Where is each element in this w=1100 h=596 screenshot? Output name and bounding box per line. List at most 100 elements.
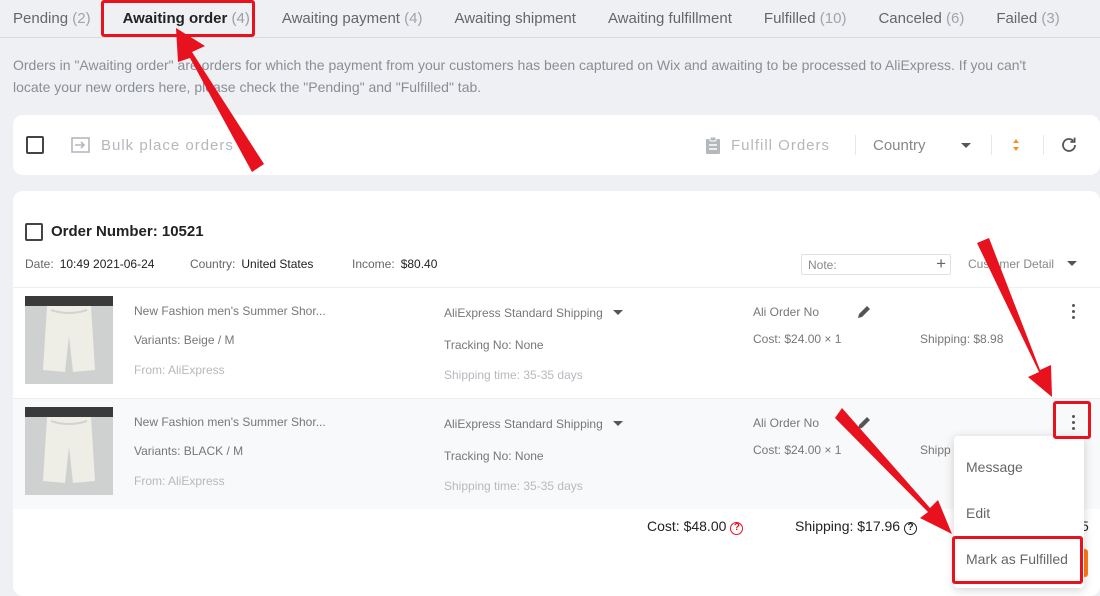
item-shipping: Shipp	[920, 443, 951, 457]
tab-fulfilled[interactable]: Fulfilled (10)	[764, 10, 847, 27]
order-country: Country: United States	[190, 257, 313, 271]
tab-count: (6)	[946, 10, 965, 27]
tab-failed[interactable]: Failed (3)	[996, 10, 1059, 27]
shipping-time: Shipping time: 35-35 days	[444, 368, 583, 382]
edit-pencil-icon[interactable]	[856, 415, 872, 436]
tab-awaiting-shipment[interactable]: Awaiting shipment	[454, 10, 575, 27]
order-item-row: New Fashion men's Summer Shor... Variant…	[13, 287, 1100, 398]
order-date-value: 10:49 2021-06-24	[59, 257, 155, 271]
total-cost-value: Cost: $48.00	[647, 518, 727, 534]
shipping-method-label: AliExpress Standard Shipping	[444, 306, 603, 320]
shipping-method-select[interactable]: AliExpress Standard Shipping	[444, 306, 623, 320]
tab-label: Awaiting shipment	[454, 10, 576, 27]
chevron-down-icon	[612, 421, 623, 426]
product-variants: Variants: BLACK / M	[134, 444, 244, 458]
customer-detail-label: Customer Detail	[968, 257, 1055, 271]
menu-item-edit[interactable]: Edit	[966, 505, 990, 521]
order-income-label: Income:	[352, 257, 395, 271]
tab-label: Fulfilled	[763, 10, 816, 27]
tab-count: (4)	[231, 10, 250, 27]
orders-toolbar: Bulk place orders Fulfill Orders Country	[13, 115, 1100, 175]
chevron-down-icon	[960, 142, 971, 148]
tab-count: (2)	[72, 10, 91, 27]
product-source: From: AliExpress	[134, 474, 225, 488]
product-source: From: AliExpress	[134, 363, 225, 377]
toolbar-divider	[1043, 135, 1044, 155]
order-date-label: Date:	[25, 257, 54, 271]
order-total-cost: Cost: $48.00?	[647, 518, 744, 535]
tab-description: Orders in "Awaiting order" are orders fo…	[13, 54, 1093, 98]
product-title-link[interactable]: New Fashion men's Summer Shor...	[134, 304, 326, 318]
order-income: Income: $80.40	[352, 257, 437, 271]
tab-label: Pending	[13, 10, 69, 27]
menu-item-mark-as-fulfilled[interactable]: Mark as Fulfilled	[966, 551, 1068, 567]
order-number: Order Number: 10521	[51, 223, 204, 240]
refresh-icon[interactable]	[1060, 136, 1078, 154]
note-placeholder: Note:	[808, 258, 837, 272]
order-select-checkbox[interactable]	[25, 223, 43, 241]
item-cost: Cost: $24.00 × 1	[753, 332, 842, 346]
country-select[interactable]: Country	[873, 115, 973, 175]
order-item-row: New Fashion men's Summer Shor... Variant…	[13, 398, 1100, 509]
tab-label: Awaiting fulfillment	[607, 10, 732, 27]
order-date: Date: 10:49 2021-06-24	[25, 257, 154, 271]
tab-count: (3)	[1041, 10, 1060, 27]
tab-count: (4)	[404, 10, 423, 27]
description-line: locate your new orders here, please chec…	[13, 79, 482, 95]
order-status-tabs: Pending (2) Awaiting order (4) Awaiting …	[0, 0, 1100, 38]
product-title-link[interactable]: New Fashion men's Summer Shor...	[134, 415, 326, 429]
product-thumbnail	[25, 407, 113, 495]
shipping-time: Shipping time: 35-35 days	[444, 479, 583, 493]
order-income-value: $80.40	[400, 257, 438, 271]
more-actions-icon[interactable]	[1063, 411, 1083, 433]
help-icon[interactable]: ?	[730, 522, 744, 535]
select-all-checkbox[interactable]	[26, 136, 44, 154]
tab-awaiting-fulfillment[interactable]: Awaiting fulfillment	[608, 10, 732, 27]
tab-label: Awaiting order	[122, 10, 228, 27]
total-shipping-value: Shipping: $17.96	[795, 518, 901, 534]
order-country-value: United States	[241, 257, 314, 271]
product-variants: Variants: Beige / M	[134, 333, 235, 347]
shipping-method-select[interactable]: AliExpress Standard Shipping	[444, 417, 623, 431]
description-line: Orders in "Awaiting order" are orders fo…	[13, 57, 1027, 73]
ali-order-number: Ali Order No	[753, 416, 820, 430]
order-total-shipping: Shipping: $17.96?	[795, 518, 918, 535]
tab-canceled[interactable]: Canceled (6)	[878, 10, 964, 27]
clipboard-icon	[706, 136, 720, 154]
product-thumbnail	[25, 296, 113, 384]
menu-item-message[interactable]: Message	[966, 459, 1023, 475]
customer-detail-toggle[interactable]: Customer Detail	[968, 257, 1078, 271]
chevron-down-icon	[1067, 261, 1078, 266]
tab-label: Failed	[996, 10, 1038, 27]
ali-order-number: Ali Order No	[753, 305, 820, 319]
tracking-number: Tracking No: None	[444, 449, 544, 463]
item-shipping: Shipping: $8.98	[920, 332, 1004, 346]
more-actions-icon[interactable]	[1063, 300, 1083, 322]
tab-label: Awaiting payment	[281, 10, 400, 27]
toolbar-divider	[855, 135, 856, 155]
toolbar-divider	[991, 135, 992, 155]
order-country-label: Country:	[190, 257, 236, 271]
plus-icon[interactable]: +	[936, 254, 946, 274]
order-card: Order Number: 10521 Date: 10:49 2021-06-2…	[13, 191, 1100, 596]
fulfill-orders-label: Fulfill Orders	[731, 136, 831, 154]
tracking-number: Tracking No: None	[444, 338, 544, 352]
help-icon[interactable]: ?	[904, 522, 918, 535]
more-actions-menu: Message Edit Mark as Fulfilled	[954, 436, 1084, 588]
bulk-place-orders-button[interactable]: Bulk place orders	[71, 115, 234, 175]
bulk-place-orders-label: Bulk place orders	[101, 136, 234, 154]
item-cost: Cost: $24.00 × 1	[753, 443, 842, 457]
edit-pencil-icon[interactable]	[856, 304, 872, 325]
tab-label: Canceled	[878, 10, 942, 27]
sort-icon[interactable]	[1011, 135, 1021, 155]
fulfill-orders-button[interactable]: Fulfill Orders	[705, 115, 830, 175]
note-input[interactable]: Note: +	[801, 254, 951, 275]
tab-count: (10)	[819, 10, 847, 27]
tab-pending[interactable]: Pending (2)	[13, 10, 91, 27]
chevron-down-icon	[612, 310, 623, 315]
bulk-order-icon	[71, 137, 90, 153]
country-select-label: Country	[873, 136, 926, 154]
shipping-method-label: AliExpress Standard Shipping	[444, 417, 603, 431]
tab-awaiting-order[interactable]: Awaiting order (4)	[123, 10, 250, 27]
tab-awaiting-payment[interactable]: Awaiting payment (4)	[282, 10, 423, 27]
